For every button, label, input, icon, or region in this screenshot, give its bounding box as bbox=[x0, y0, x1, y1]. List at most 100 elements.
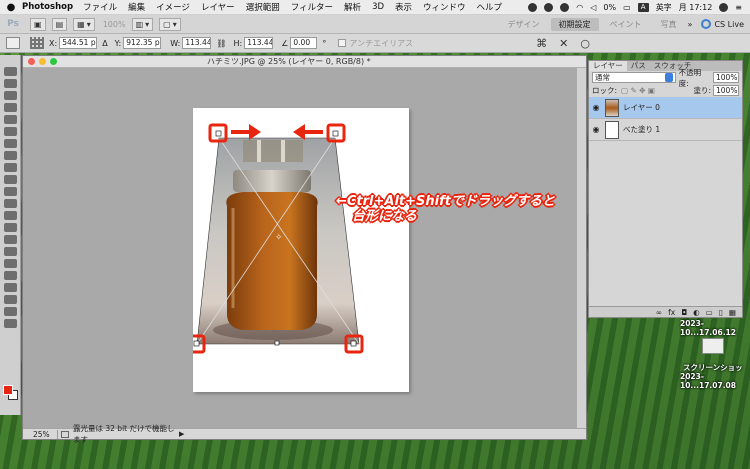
menu-help[interactable]: ヘルプ bbox=[477, 1, 503, 13]
menu-image[interactable]: イメージ bbox=[156, 1, 190, 13]
blur-tool-icon[interactable] bbox=[3, 211, 17, 220]
bridge-button[interactable]: ▣ bbox=[30, 17, 46, 31]
battery-icon[interactable]: ▭ bbox=[623, 3, 631, 12]
pen-tool-icon[interactable] bbox=[3, 235, 17, 244]
width-field[interactable]: 113.44% bbox=[182, 37, 212, 49]
minimize-window-icon[interactable] bbox=[39, 58, 46, 65]
close-window-icon[interactable] bbox=[28, 58, 35, 65]
new-layer-icon[interactable]: ▯ bbox=[719, 308, 723, 317]
wifi-icon[interactable]: ◠ bbox=[576, 3, 583, 12]
eye-icon[interactable]: ◉ bbox=[589, 125, 603, 134]
brush-tool-icon[interactable] bbox=[3, 151, 17, 160]
clock[interactable]: 月 17:12 bbox=[679, 2, 713, 13]
angle-field[interactable]: 0.00 bbox=[290, 37, 318, 49]
layer-row[interactable]: ◉ べた塗り 1 bbox=[589, 119, 742, 141]
zoom-tool-icon[interactable] bbox=[3, 319, 17, 328]
fill-field[interactable]: 100% bbox=[713, 85, 739, 96]
eye-icon[interactable]: ◉ bbox=[589, 103, 603, 112]
status-icon-1[interactable] bbox=[528, 2, 538, 12]
handle-square[interactable] bbox=[274, 340, 280, 346]
control-center-icon[interactable]: ≡ bbox=[735, 3, 742, 12]
app-menu[interactable]: Photoshop bbox=[22, 2, 73, 12]
cancel-transform-icon[interactable]: ✕ bbox=[559, 37, 568, 50]
tool-preset-icon[interactable] bbox=[6, 37, 20, 49]
tab-paths[interactable]: パス bbox=[627, 61, 650, 71]
zoom-window-icon[interactable] bbox=[50, 58, 57, 65]
menu-view[interactable]: 表示 bbox=[395, 1, 412, 13]
commit-transform-icon[interactable]: ○ bbox=[580, 37, 590, 50]
marquee-tool-icon[interactable] bbox=[3, 79, 17, 88]
x-field[interactable]: 544.51 p bbox=[59, 37, 98, 49]
tab-layers[interactable]: レイヤー bbox=[589, 61, 627, 71]
crop-tool-icon[interactable] bbox=[3, 115, 17, 124]
height-field[interactable]: 113.44% bbox=[244, 37, 274, 49]
3d-rotate-tool-icon[interactable] bbox=[3, 283, 17, 292]
link-layers-icon[interactable]: ∞ bbox=[656, 308, 662, 317]
vertical-scrollbar[interactable] bbox=[576, 68, 586, 430]
transform-center-icon[interactable]: ✧ bbox=[275, 233, 283, 243]
history-brush-tool-icon[interactable] bbox=[3, 175, 17, 184]
workspace-photography[interactable]: 写真 bbox=[653, 18, 685, 31]
volume-icon[interactable]: ◁ bbox=[590, 3, 596, 12]
link-icon[interactable]: ⛓ bbox=[216, 39, 226, 48]
y-field[interactable]: 912.35 p bbox=[123, 37, 162, 49]
extras-button[interactable]: ▦ ▾ bbox=[73, 17, 95, 31]
mask-icon[interactable]: ◘ bbox=[681, 308, 687, 317]
adjustment-icon[interactable]: ◐ bbox=[693, 308, 700, 317]
gradient-tool-icon[interactable] bbox=[3, 199, 17, 208]
arrange-button[interactable]: ▥ ▾ bbox=[131, 17, 154, 31]
cs-live-button[interactable]: CS Live bbox=[701, 19, 744, 29]
eraser-tool-icon[interactable] bbox=[3, 187, 17, 196]
menu-select[interactable]: 選択範囲 bbox=[246, 1, 280, 13]
handle-square[interactable] bbox=[332, 130, 339, 137]
status-doc-icon[interactable] bbox=[61, 430, 69, 438]
menu-analysis[interactable]: 解析 bbox=[344, 1, 361, 13]
type-tool-icon[interactable] bbox=[3, 247, 17, 256]
menu-edit[interactable]: 編集 bbox=[128, 1, 145, 13]
handle-square[interactable] bbox=[193, 340, 200, 347]
menu-file[interactable]: ファイル bbox=[83, 1, 117, 13]
lock-icons[interactable]: ▢ ✎ ✥ ▣ bbox=[621, 86, 655, 95]
status-menu-icon[interactable]: ▶ bbox=[179, 430, 184, 438]
lasso-tool-icon[interactable] bbox=[3, 91, 17, 100]
menu-3d[interactable]: 3D bbox=[372, 2, 384, 12]
antialias-checkbox[interactable] bbox=[338, 39, 347, 47]
workspace-design[interactable]: デザイン bbox=[500, 18, 548, 31]
opacity-field[interactable]: 100% bbox=[713, 72, 739, 83]
trash-icon[interactable]: ▦ bbox=[729, 308, 736, 317]
desktop-file-label[interactable]: 2023-10...17.06.12 bbox=[680, 319, 750, 337]
document-canvas[interactable]: ✧ bbox=[186, 108, 409, 392]
siri-icon[interactable] bbox=[719, 2, 729, 12]
clone-stamp-tool-icon[interactable] bbox=[3, 163, 17, 172]
hand-tool-icon[interactable] bbox=[3, 307, 17, 316]
workspace-essentials[interactable]: 初期設定 bbox=[550, 17, 599, 31]
handle-square[interactable] bbox=[215, 130, 222, 137]
status-icon-3[interactable] bbox=[560, 2, 570, 12]
reference-point-icon[interactable] bbox=[30, 37, 44, 49]
workspace-more-icon[interactable]: » bbox=[688, 20, 693, 29]
handle-square[interactable] bbox=[350, 340, 357, 347]
move-tool-icon[interactable] bbox=[3, 67, 17, 76]
screen-mode-button[interactable]: ▢ ▾ bbox=[159, 17, 181, 31]
layer-row[interactable]: ◉ レイヤー 0 bbox=[589, 97, 742, 119]
path-select-tool-icon[interactable] bbox=[3, 259, 17, 268]
input-source-label[interactable]: 英字 bbox=[656, 2, 672, 13]
3d-orbit-tool-icon[interactable] bbox=[3, 295, 17, 304]
input-source-icon[interactable]: A bbox=[637, 2, 649, 12]
menu-layer[interactable]: レイヤー bbox=[201, 1, 235, 13]
foreground-color-swatch[interactable] bbox=[3, 385, 13, 395]
fx-icon[interactable]: fx bbox=[668, 308, 675, 317]
status-zoom[interactable]: 25% bbox=[23, 429, 58, 439]
shape-tool-icon[interactable] bbox=[3, 271, 17, 280]
menu-filter[interactable]: フィルター bbox=[291, 1, 333, 13]
healing-tool-icon[interactable] bbox=[3, 139, 17, 148]
warp-icon[interactable]: ⌘ bbox=[536, 37, 547, 50]
delta-icon[interactable]: Δ bbox=[102, 39, 107, 48]
status-icon-2[interactable] bbox=[544, 2, 554, 12]
minibridge-button[interactable]: ▤ bbox=[51, 17, 68, 31]
blend-mode-select[interactable]: 通常 bbox=[592, 72, 676, 83]
eyedropper-tool-icon[interactable] bbox=[3, 127, 17, 136]
desktop-file-label[interactable]: 2023-10...17.07.08 bbox=[680, 372, 750, 390]
group-icon[interactable]: ▭ bbox=[706, 308, 713, 317]
screenshot-file-icon[interactable] bbox=[702, 338, 724, 354]
